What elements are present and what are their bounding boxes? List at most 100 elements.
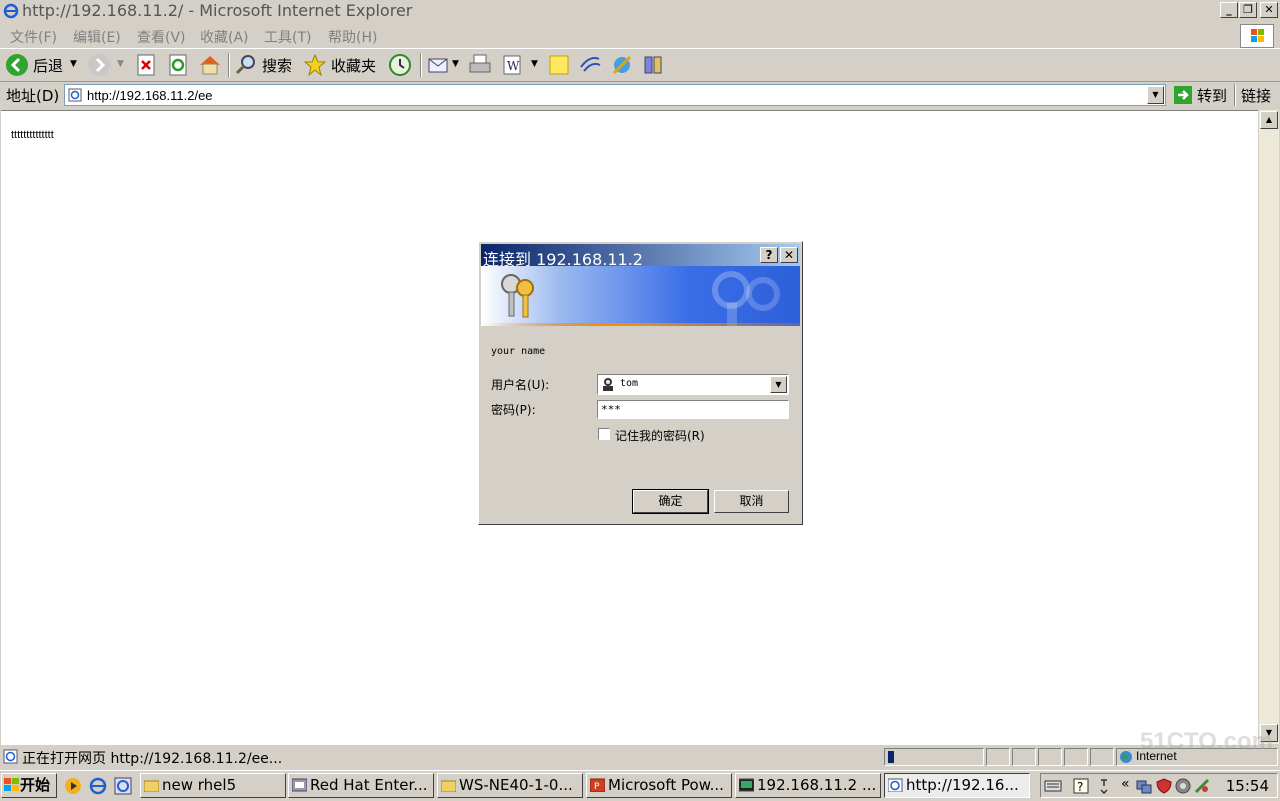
page-text: tttttttttttttt	[11, 129, 54, 141]
taskbar-item-label: http://192.16...	[906, 776, 1019, 794]
address-dropdown-icon[interactable]: ▼	[1147, 86, 1164, 104]
user-icon	[603, 378, 613, 391]
taskbar-item[interactable]: P Microsoft Pow...	[586, 773, 732, 798]
back-arrow-icon[interactable]	[5, 53, 29, 77]
ok-button[interactable]: 确定	[632, 489, 709, 514]
search-button-label[interactable]: 搜索	[262, 55, 292, 76]
vertical-scrollbar[interactable]: ▲ ▼	[1259, 110, 1279, 744]
taskbar-item[interactable]: WS-NE40-1-0...	[437, 773, 583, 798]
password-input[interactable]: ***	[597, 400, 789, 419]
antivirus-icon[interactable]	[1175, 778, 1191, 794]
menu-bar: 文件(F) 编辑(E) 查看(V) 收藏(A) 工具(T) 帮助(H)	[0, 22, 1280, 49]
maximize-button[interactable]: ❐	[1239, 2, 1257, 18]
edit-word-icon[interactable]: W	[501, 53, 525, 77]
media-player-icon[interactable]	[64, 777, 82, 795]
ime-icon[interactable]	[1099, 778, 1109, 794]
minimize-button[interactable]: _	[1220, 2, 1238, 18]
menu-tools[interactable]: 工具(T)	[264, 27, 311, 47]
forward-arrow-icon[interactable]	[87, 53, 111, 77]
ie-task-icon	[888, 778, 903, 792]
svg-text:P: P	[594, 782, 600, 792]
note-icon[interactable]	[547, 53, 571, 77]
start-label: 开始	[20, 776, 51, 794]
research-icon[interactable]	[641, 53, 665, 77]
toolbar: 后退 ▼ ▼ 搜索 收藏夹 ▼ W ▼	[0, 49, 1280, 82]
window-title: http://192.168.11.2/ - Microsoft Interne…	[22, 1, 413, 20]
vm-icon	[292, 778, 307, 792]
dialog-close-button[interactable]: ✕	[780, 247, 798, 263]
go-arrow-icon[interactable]	[1174, 86, 1192, 104]
menu-file[interactable]: 文件(F)	[10, 27, 57, 47]
watermark: 51CTO.com	[1140, 728, 1273, 755]
address-separator	[1234, 84, 1236, 106]
scroll-up-icon[interactable]: ▲	[1260, 111, 1278, 129]
menu-favorites[interactable]: 收藏(A)	[200, 27, 249, 47]
ie-alt-quicklaunch-icon[interactable]	[114, 777, 132, 795]
tray-expand-icon[interactable]: «	[1121, 776, 1130, 792]
edit-dropdown-icon[interactable]: ▼	[531, 59, 538, 69]
address-bar: 地址(D) http://192.168.11.2/ee ▼ 转到 链接	[0, 82, 1280, 108]
clock: 15:54	[1225, 777, 1269, 795]
dialog-help-button[interactable]: ?	[760, 247, 778, 263]
mail-dropdown-icon[interactable]: ▼	[452, 59, 459, 69]
help-icon[interactable]: ?	[1073, 778, 1089, 794]
address-label: 地址(D)	[6, 87, 60, 105]
progress-bar	[884, 748, 984, 766]
start-button[interactable]: 开始	[1, 773, 57, 798]
realm-text: your name	[491, 346, 546, 357]
taskbar-item-active[interactable]: http://192.16...	[884, 773, 1030, 798]
progress-fill	[888, 751, 894, 763]
dialog-banner	[481, 266, 800, 326]
print-icon[interactable]	[468, 53, 492, 77]
dialog-title-bar: 连接到 192.168.11.2 ? ✕	[481, 244, 800, 269]
network-icon[interactable]	[1136, 778, 1152, 794]
window-title-bar: http://192.168.11.2/ - Microsoft Interne…	[0, 0, 1280, 22]
menu-help[interactable]: 帮助(H)	[328, 27, 377, 47]
banner-accent-stripe	[481, 323, 800, 326]
shield-icon[interactable]	[1156, 778, 1172, 794]
status-bar: 正在打开网页 http://192.168.11.2/ee... Interne…	[0, 746, 1280, 768]
taskbar-item[interactable]: new rhel5	[140, 773, 286, 798]
back-dropdown-icon[interactable]: ▼	[70, 59, 77, 69]
home-icon[interactable]	[198, 53, 222, 77]
history-icon[interactable]	[388, 53, 412, 77]
mail-icon[interactable]	[427, 53, 451, 77]
cancel-button[interactable]: 取消	[714, 490, 789, 513]
taskbar-item[interactable]: Red Hat Enter...	[288, 773, 434, 798]
close-button[interactable]: ✕	[1260, 2, 1278, 18]
login-dialog: 连接到 192.168.11.2 ? ✕ your name 用户名(U): t…	[478, 241, 803, 525]
windows-flag-icon	[4, 778, 19, 791]
address-input[interactable]: http://192.168.11.2/ee ▼	[64, 84, 1166, 106]
taskbar-item[interactable]: 192.168.11.2 ...	[735, 773, 881, 798]
links-button[interactable]: 链接	[1241, 85, 1271, 106]
powerpoint-icon: P	[590, 778, 605, 792]
favorites-star-icon[interactable]	[303, 53, 327, 77]
taskbar-item-label: Red Hat Enter...	[310, 776, 428, 794]
ie-quicklaunch-icon[interactable]	[89, 777, 107, 795]
svg-text:W: W	[507, 59, 520, 73]
ie-icon	[3, 3, 19, 19]
search-icon[interactable]	[234, 53, 258, 77]
folder-icon	[441, 780, 456, 792]
address-url: http://192.168.11.2/ee	[87, 88, 213, 103]
toolbar-separator	[420, 53, 422, 77]
keyboard-icon[interactable]	[1044, 779, 1062, 793]
windows-logo-icon	[1240, 24, 1274, 48]
favorites-button-label[interactable]: 收藏夹	[331, 55, 376, 76]
go-button-label[interactable]: 转到	[1197, 85, 1227, 106]
stop-icon[interactable]	[135, 53, 159, 77]
menu-edit[interactable]: 编辑(E)	[73, 27, 121, 47]
username-combobox[interactable]: tom ▼	[597, 374, 789, 395]
username-label: 用户名(U):	[491, 378, 550, 392]
menu-view[interactable]: 查看(V)	[137, 27, 186, 47]
remember-password-checkbox[interactable]	[598, 428, 610, 440]
tray-tool-icon[interactable]	[1194, 778, 1210, 794]
refresh-icon[interactable]	[167, 53, 191, 77]
forward-dropdown-icon[interactable]: ▼	[117, 59, 124, 69]
username-dropdown-icon[interactable]: ▼	[770, 376, 787, 393]
taskbar-item-label: new rhel5	[162, 776, 237, 794]
remember-password-label[interactable]: 记住我的密码(R)	[615, 427, 705, 444]
messenger-icon[interactable]	[578, 53, 602, 77]
back-button-label[interactable]: 后退	[33, 55, 63, 76]
tool-icon[interactable]	[610, 53, 634, 77]
